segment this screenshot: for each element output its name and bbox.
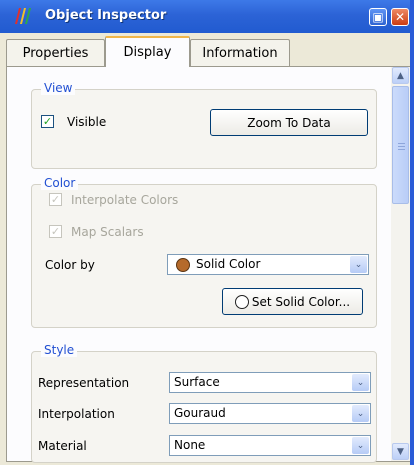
color-by-select[interactable]: Solid Color ⌄ — [167, 254, 369, 275]
interpolation-value: Gouraud — [174, 406, 226, 420]
chevron-down-icon: ⌄ — [352, 405, 369, 422]
interpolate-colors-label: Interpolate Colors — [71, 193, 179, 207]
color-by-value: Solid Color — [196, 257, 261, 271]
map-scalars-label: Map Scalars — [71, 225, 144, 239]
check-icon: ✓ — [42, 115, 53, 128]
check-icon: ✓ — [50, 225, 61, 238]
interpolate-colors-checkbox[interactable]: ✓ — [49, 193, 62, 206]
view-title: View — [41, 81, 76, 95]
interpolation-select[interactable]: Gouraud ⌄ — [169, 403, 371, 424]
color-by-label: Color by — [45, 258, 95, 272]
chevron-down-icon: ⌄ — [352, 374, 369, 391]
color-ring-icon — [234, 294, 249, 309]
arrow-down-icon: ▼ — [397, 446, 404, 457]
interpolation-label: Interpolation — [38, 407, 115, 421]
scroll-down-arrow[interactable]: ▼ — [392, 443, 409, 460]
arrow-up-icon: ▲ — [397, 70, 404, 81]
set-solid-color-button[interactable]: Set Solid Color... — [222, 288, 363, 315]
material-value: None — [174, 438, 206, 452]
material-label: Material — [38, 439, 87, 453]
solid-color-swatch — [176, 258, 190, 272]
representation-value: Surface — [174, 375, 220, 389]
controls-layer: View ✓ Visible Zoom To Data Color ✓ Inte… — [0, 0, 414, 465]
check-icon: ✓ — [50, 193, 61, 206]
chevron-down-icon: ⌄ — [350, 256, 367, 273]
style-title: Style — [41, 343, 78, 357]
map-scalars-checkbox[interactable]: ✓ — [49, 225, 62, 238]
set-solid-color-label: Set Solid Color... — [251, 294, 351, 309]
scroll-up-arrow[interactable]: ▲ — [392, 67, 409, 84]
color-title: Color — [41, 176, 79, 190]
zoom-to-data-button[interactable]: Zoom To Data — [210, 109, 368, 136]
zoom-to-data-label: Zoom To Data — [247, 115, 331, 130]
grip-line — [398, 146, 405, 147]
material-select[interactable]: None ⌄ — [169, 435, 371, 456]
representation-select[interactable]: Surface ⌄ — [169, 372, 371, 393]
grip-line — [398, 149, 405, 150]
chevron-down-icon: ⌄ — [352, 437, 369, 454]
visible-checkbox[interactable]: ✓ — [41, 115, 54, 128]
visible-label: Visible — [67, 115, 107, 129]
grip-line — [398, 143, 405, 144]
scrollbar-thumb[interactable] — [392, 86, 409, 204]
representation-label: Representation — [38, 376, 130, 390]
tab-display[interactable]: Display — [105, 36, 190, 67]
